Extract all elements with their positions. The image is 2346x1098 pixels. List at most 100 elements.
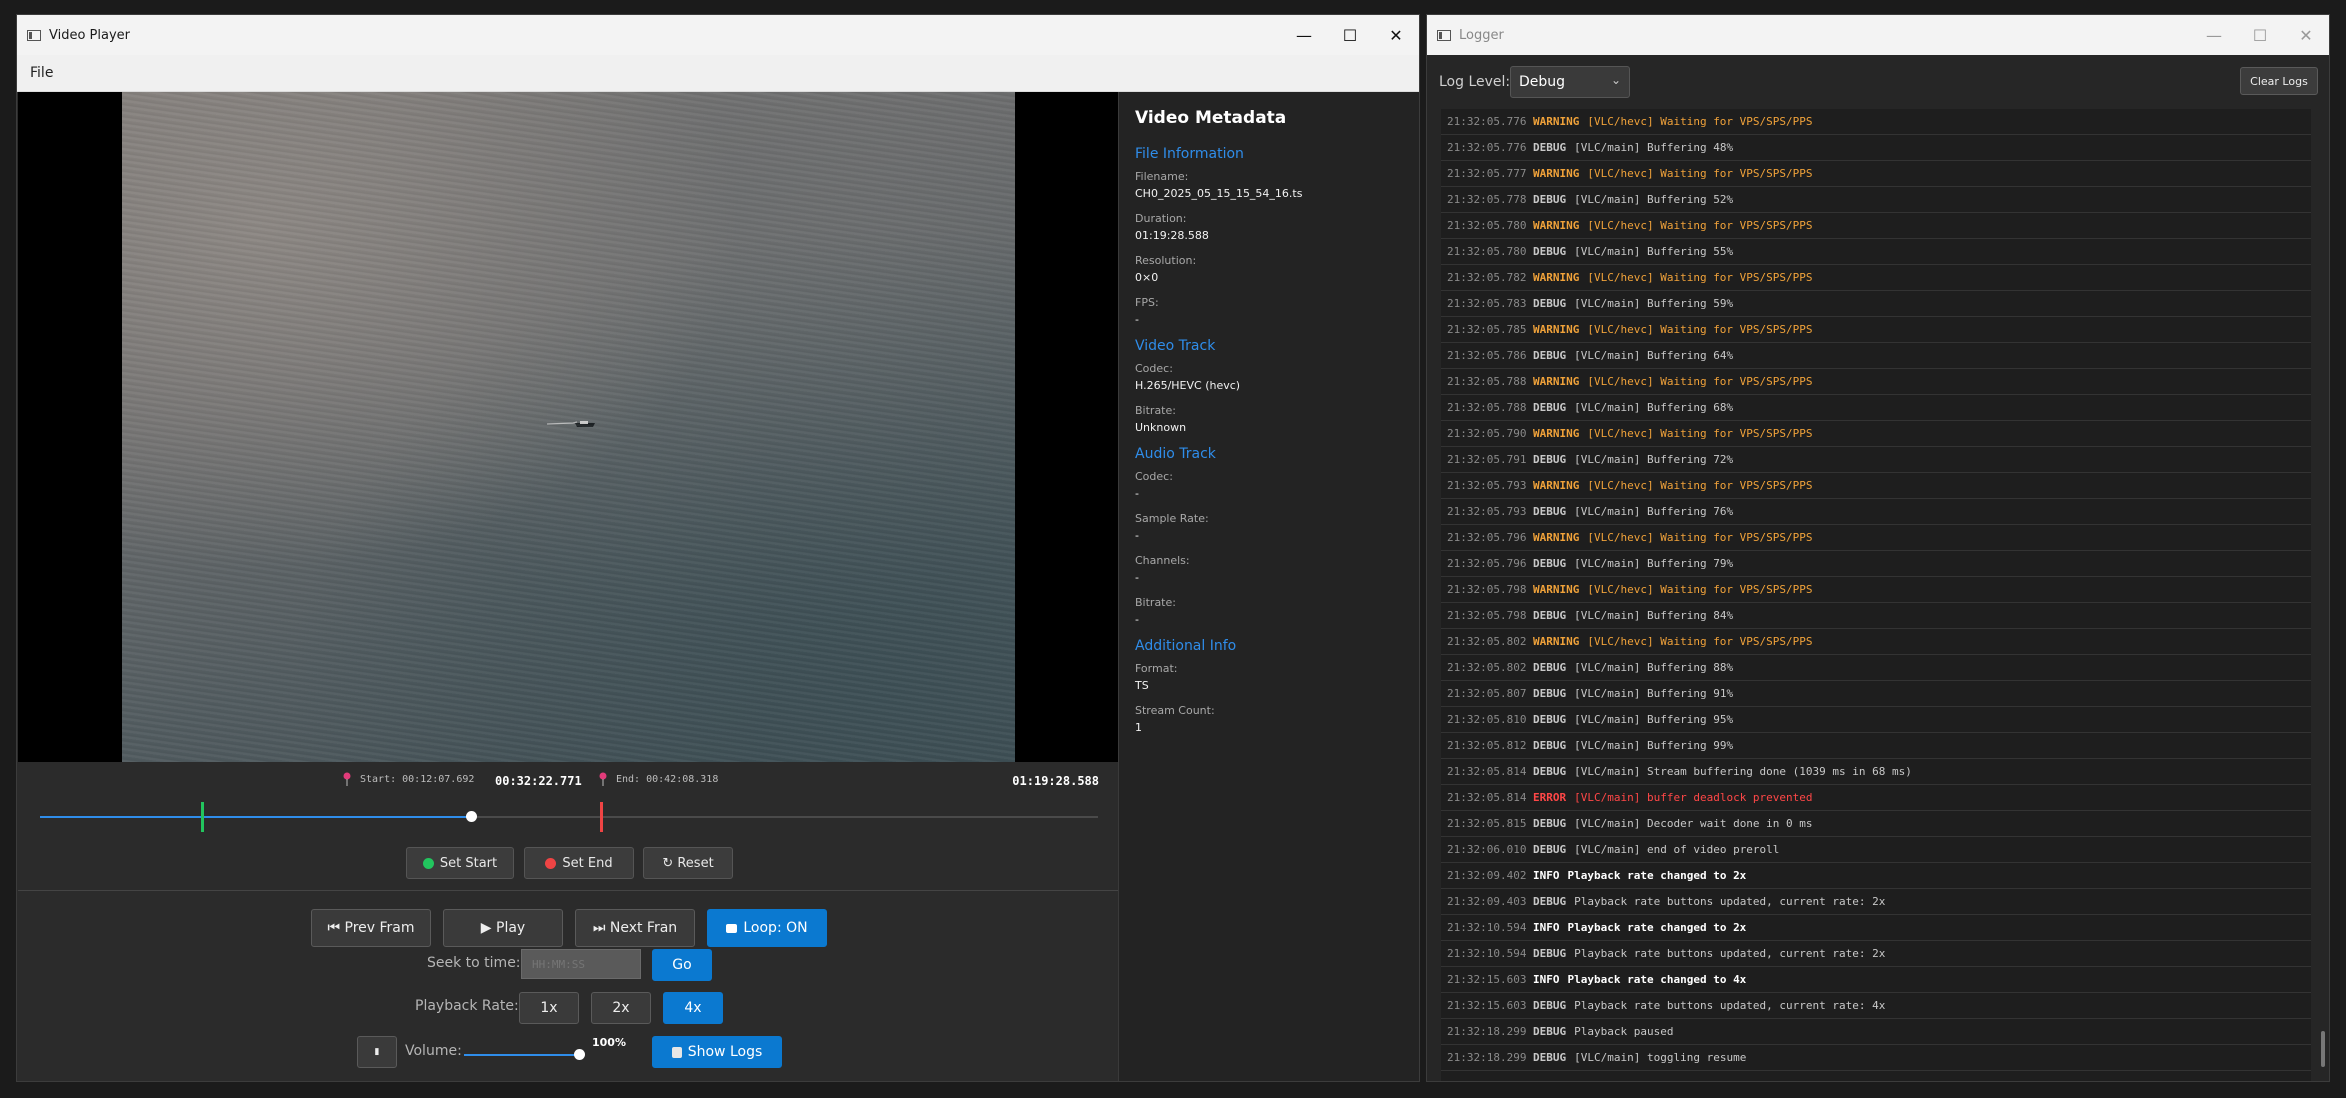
log-timestamp: 21:32:09.402 <box>1447 869 1527 882</box>
seek-label: Seek to time: <box>427 955 521 971</box>
log-timestamp: 21:32:05.780 <box>1447 219 1527 232</box>
rate-1x-label: 1x <box>540 1000 558 1016</box>
log-timestamp: 21:32:05.788 <box>1447 375 1527 388</box>
log-timestamp: 21:32:09.403 <box>1447 895 1527 908</box>
seek-handle[interactable] <box>465 811 477 822</box>
rate-1x-button[interactable]: 1x <box>519 992 579 1024</box>
rate-2x-button[interactable]: 2x <box>591 992 651 1024</box>
log-level: WARNING <box>1533 375 1580 388</box>
log-level: DEBUG <box>1533 843 1567 856</box>
log-timestamp: 21:32:05.777 <box>1447 167 1527 180</box>
set-end-button[interactable]: Set End <box>524 847 634 879</box>
log-message: [VLC/hevc] Waiting for VPS/SPS/PPS <box>1587 323 1813 336</box>
sample-rate-value: - <box>1135 529 1139 542</box>
log-timestamp: 21:32:05.814 <box>1447 791 1527 804</box>
log-row: 21:32:05.782 WARNING [VLC/hevc] Waiting fo… <box>1441 265 2311 291</box>
log-message: [VLC/main] Buffering 48% <box>1574 141 1734 154</box>
log-timestamp: 21:32:05.782 <box>1447 271 1527 284</box>
log-level-label: Log Level: <box>1439 74 1511 90</box>
log-level: DEBUG <box>1533 609 1567 622</box>
log-level: DEBUG <box>1533 817 1567 830</box>
log-timestamp: 21:32:05.815 <box>1447 817 1527 830</box>
log-level: WARNING <box>1533 479 1580 492</box>
resolution-value: 0×0 <box>1135 271 1159 284</box>
show-logs-button[interactable]: Show Logs <box>652 1036 782 1068</box>
volume-handle[interactable] <box>574 1049 585 1060</box>
log-row: 21:32:05.785 WARNING [VLC/hevc] Waiting fo… <box>1441 317 2311 343</box>
timeline-section: Start: 00:12:07.692 00:32:22.771 End: 00… <box>18 762 1118 890</box>
log-row: 21:32:05.798 DEBUG [VLC/main] Buffering 84… <box>1441 603 2311 629</box>
log-level: DEBUG <box>1533 245 1567 258</box>
log-timestamp: 21:32:06.010 <box>1447 843 1527 856</box>
minimize-icon[interactable]: — <box>1281 15 1327 55</box>
logger-maximize-icon[interactable]: ☐ <box>2237 15 2283 55</box>
audio-codec-label: Codec: <box>1135 470 1173 483</box>
logger-window-title: Logger <box>1459 27 1504 43</box>
prev-frame-button[interactable]: ⏮ Prev Fram <box>311 909 431 947</box>
show-logs-label: Show Logs <box>687 1044 763 1060</box>
log-message: [VLC/main] Buffering 59% <box>1574 297 1734 310</box>
logger-window: Logger — ☐ ✕ Log Level: Debug ⌄ Clear Lo… <box>1426 14 2330 1082</box>
log-level: DEBUG <box>1533 557 1567 570</box>
set-start-button[interactable]: Set Start <box>406 847 514 879</box>
log-list[interactable]: 21:32:05.776 WARNING [VLC/hevc] Waiting fo… <box>1441 109 2311 1081</box>
mute-button[interactable]: ▮ <box>357 1036 397 1068</box>
video-track-heading: Video Track <box>1135 338 1216 354</box>
log-level: DEBUG <box>1533 453 1567 466</box>
log-message: [VLC/main] Buffering 79% <box>1574 557 1734 570</box>
log-row: 21:32:05.798 WARNING [VLC/hevc] Waiting fo… <box>1441 577 2311 603</box>
logger-close-icon[interactable]: ✕ <box>2283 15 2329 55</box>
play-button[interactable]: ▶ Play <box>443 909 563 947</box>
duration-value: 01:19:28.588 <box>1135 229 1209 242</box>
rate-4x-button[interactable]: 4x <box>663 992 723 1024</box>
go-button[interactable]: Go <box>652 949 712 981</box>
log-row: 21:32:18.299 DEBUG [VLC/main] toggling res… <box>1441 1045 2311 1071</box>
volume-slider[interactable] <box>464 1054 579 1056</box>
log-timestamp: 21:32:05.812 <box>1447 739 1527 752</box>
log-level: WARNING <box>1533 635 1580 648</box>
total-time: 01:19:28.588 <box>1012 774 1099 788</box>
close-icon[interactable]: ✕ <box>1373 15 1419 55</box>
log-scrollbar[interactable] <box>2321 1031 2325 1067</box>
log-row: 21:32:06.010 DEBUG [VLC/main] end of video… <box>1441 837 2311 863</box>
next-frame-label: ⏭ Next Fran <box>592 920 678 936</box>
log-message: [VLC/hevc] Waiting for VPS/SPS/PPS <box>1587 375 1813 388</box>
window-title: Video Player <box>49 27 131 43</box>
video-frame <box>122 92 1015 762</box>
reset-button[interactable]: ↻ Reset <box>643 847 733 879</box>
maximize-icon[interactable]: ☐ <box>1327 15 1373 55</box>
fps-value: - <box>1135 313 1139 326</box>
logger-minimize-icon[interactable]: — <box>2191 15 2237 55</box>
boat-image <box>547 421 595 427</box>
video-player-window: Video Player — ☐ ✕ File Video Metadata F… <box>16 14 1420 1082</box>
mute-icon: ▮ <box>374 1047 380 1057</box>
log-level-select[interactable]: Debug ⌄ <box>1510 66 1630 98</box>
log-message: [VLC/main] Buffering 95% <box>1574 713 1734 726</box>
next-frame-button[interactable]: ⏭ Next Fran <box>575 909 695 947</box>
log-message: [VLC/hevc] Waiting for VPS/SPS/PPS <box>1587 219 1813 232</box>
prev-frame-label: ⏮ Prev Fram <box>327 920 415 936</box>
menu-file[interactable]: File <box>30 65 53 81</box>
video-display[interactable] <box>18 92 1118 762</box>
app-icon <box>27 29 41 41</box>
logger-title-bar[interactable]: Logger — ☐ ✕ <box>1427 15 2329 55</box>
start-marker[interactable] <box>200 802 204 832</box>
log-row: 21:32:18.299 DEBUG Playback paused <box>1441 1019 2311 1045</box>
log-message: Playback rate changed to 2x <box>1567 869 1747 882</box>
audio-track-heading: Audio Track <box>1135 446 1216 462</box>
log-level: INFO <box>1533 973 1560 986</box>
log-timestamp: 21:32:05.810 <box>1447 713 1527 726</box>
log-message: Playback paused <box>1574 1025 1674 1038</box>
end-marker-label: End: 00:42:08.318 <box>616 774 719 785</box>
log-row: 21:32:05.815 DEBUG [VLC/main] Decoder wait… <box>1441 811 2311 837</box>
loop-toggle-button[interactable]: Loop: ON <box>707 909 827 947</box>
chevron-down-icon: ⌄ <box>1610 73 1621 87</box>
end-marker[interactable] <box>599 802 603 832</box>
loop-label: Loop: ON <box>743 920 808 936</box>
title-bar[interactable]: Video Player — ☐ ✕ <box>17 15 1419 55</box>
log-level: WARNING <box>1533 167 1580 180</box>
playback-controls: ⏮ Prev Fram ▶ Play ⏭ Next Fran Loop: ON … <box>18 890 1118 1081</box>
seek-time-input[interactable] <box>521 949 641 979</box>
clear-logs-button[interactable]: Clear Logs <box>2240 67 2318 95</box>
log-level: WARNING <box>1533 427 1580 440</box>
